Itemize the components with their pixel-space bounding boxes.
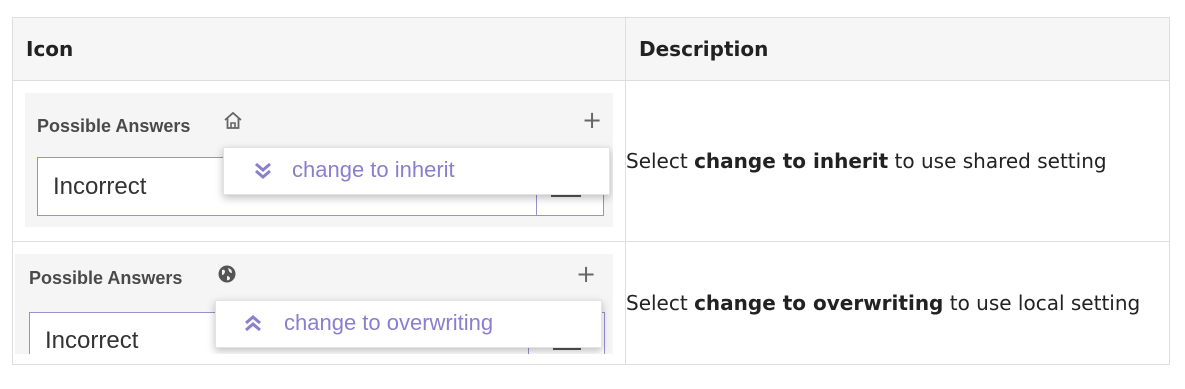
globe-icon [218, 265, 236, 283]
description-cell: Select change to inherit to use shared s… [625, 80, 1170, 242]
description-bold: change to overwriting [694, 291, 944, 315]
possible-answers-label: Possible Answers [29, 268, 183, 288]
possible-answers-label: Possible Answers [37, 116, 191, 136]
description-prefix: Select [626, 149, 695, 173]
change-to-overwriting-menu-item[interactable]: change to overwriting [215, 300, 602, 348]
description-cell: Select change to overwriting to use loca… [625, 241, 1170, 365]
header-icon-label: Icon [26, 37, 74, 61]
header-icon: Icon [12, 17, 626, 81]
description-bold: change to inherit [694, 149, 889, 173]
answer-input-value: Incorrect [45, 327, 139, 354]
home-icon [224, 111, 242, 129]
change-to-inherit-menu-item[interactable]: change to inherit [223, 147, 610, 195]
change-to-inherit-label: change to inherit [292, 157, 455, 182]
icon-cell: Possible Answers + Incorrect [12, 80, 626, 242]
header-description-label: Description [639, 37, 769, 61]
table-row: Possible Answers + Incorrect [12, 80, 1170, 242]
description-prefix: Select [626, 291, 695, 315]
table-row: Possible Answers + Incorrect [12, 241, 1170, 365]
change-to-overwriting-label: change to overwriting [284, 310, 494, 335]
remove-answer-button[interactable] [553, 348, 581, 350]
overwriting-screenshot: Possible Answers + Incorrect change to o… [15, 254, 613, 354]
answer-input-value: Incorrect [53, 173, 147, 200]
icon-cell: Possible Answers + Incorrect [12, 241, 626, 365]
description-suffix: to use local setting [943, 291, 1141, 315]
remove-answer-button[interactable] [551, 195, 581, 197]
description-suffix: to use shared setting [888, 149, 1107, 173]
add-answer-button[interactable]: + [582, 108, 602, 132]
double-chevron-down-icon [255, 162, 271, 179]
double-chevron-up-icon [245, 315, 261, 332]
header-description: Description [625, 17, 1170, 81]
add-answer-button[interactable]: + [576, 262, 596, 286]
table-header-row: Icon Description [12, 17, 1170, 81]
inherit-screenshot: Possible Answers + Incorrect change to i… [25, 93, 613, 227]
icon-description-table: Icon Description Possible Answers + Inco… [12, 17, 1170, 365]
